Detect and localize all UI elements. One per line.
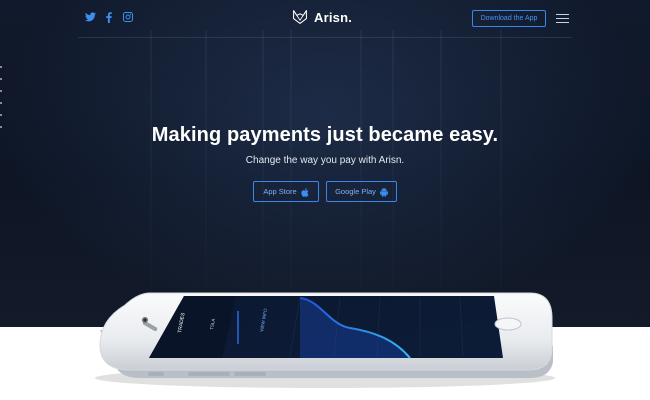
instagram-icon[interactable] (122, 11, 134, 23)
hamburger-menu-icon[interactable] (556, 14, 569, 23)
hero-section: Arisn. Download the App Making payments … (0, 0, 650, 327)
facebook-icon[interactable] (103, 11, 115, 23)
header-divider (78, 37, 572, 38)
social-links (84, 11, 134, 23)
hero-headline: Making payments just became easy. (151, 124, 499, 146)
android-icon (379, 187, 388, 197)
fox-logo-icon (293, 10, 307, 24)
brand[interactable]: Arisn. (292, 9, 352, 25)
app-store-button[interactable]: App Store (253, 181, 319, 202)
apple-icon (301, 187, 309, 197)
google-play-label: Google Play (335, 187, 376, 196)
download-app-button[interactable]: Download the App (472, 10, 546, 27)
app-store-label: App Store (263, 187, 297, 196)
brand-name: Arisn. (314, 9, 353, 25)
google-play-button[interactable]: Google Play (326, 181, 397, 202)
twitter-icon[interactable] (84, 11, 96, 23)
hero-subline: Change the way you pay with Arisn. (245, 155, 405, 166)
